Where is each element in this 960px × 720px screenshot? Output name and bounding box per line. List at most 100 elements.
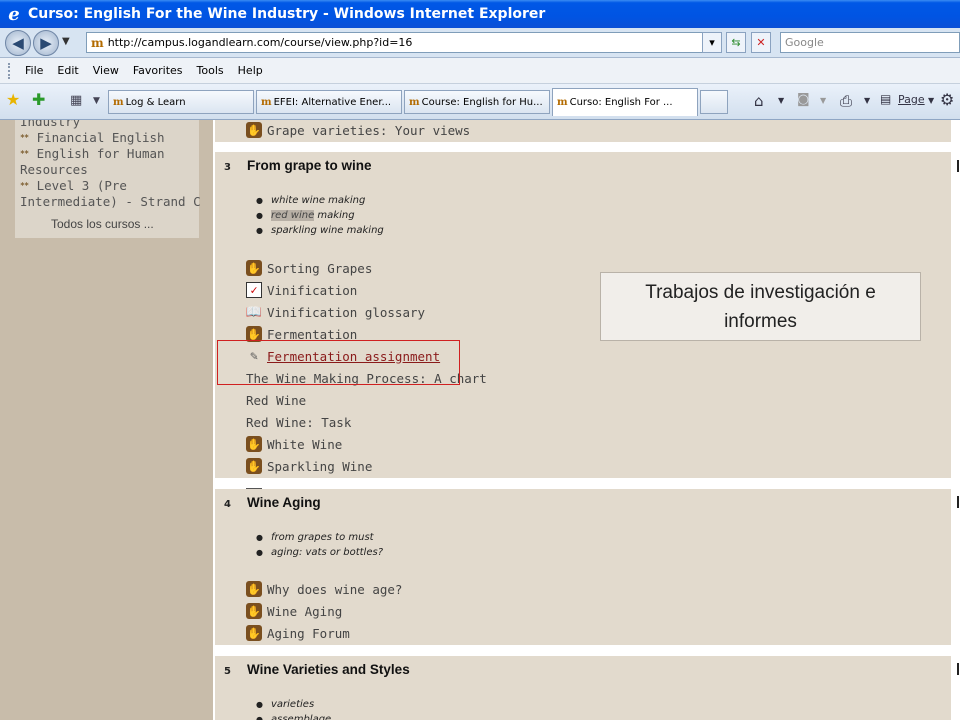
new-tab-button[interactable]	[700, 90, 728, 114]
right-column-edge	[951, 120, 960, 720]
course-link-industry[interactable]: Industry	[20, 120, 80, 130]
url-text: http://campus.logandlearn.com/course/vie…	[107, 36, 413, 49]
callout-line-2: informes	[724, 311, 797, 332]
activity-aging-forum[interactable]: ✋ Aging Forum	[246, 623, 350, 643]
course-content: ✋ Grape varieties: Your views 3 From gra…	[213, 120, 960, 720]
all-courses-link[interactable]: Todos los cursos ...	[51, 216, 154, 232]
section-title: Wine Aging	[247, 495, 321, 510]
search-input[interactable]: Google	[780, 32, 960, 53]
home-dropdown-icon[interactable]: ▼	[778, 96, 784, 105]
menu-tools[interactable]: Tools	[197, 64, 224, 77]
course-link-english-hr[interactable]: ᕯ English for Human	[20, 146, 165, 163]
menu-file[interactable]: File	[25, 64, 43, 77]
tab-log-and-learn[interactable]: m Log & Learn	[108, 90, 254, 114]
print-icon[interactable]: ⎙	[840, 92, 852, 110]
course-icon: ᕯ	[20, 180, 30, 193]
page-dropdown-icon[interactable]: ▼	[928, 96, 934, 105]
tab-bar: ★ ✚ ▦ ▼ m Log & Learn m EFEI: Alternativ…	[0, 84, 960, 120]
right-block-edge	[957, 496, 959, 508]
url-dropdown-icon[interactable]: ▾	[702, 32, 722, 53]
url-input[interactable]: m http://campus.logandlearn.com/course/v…	[86, 32, 719, 53]
add-favorite-icon[interactable]: ✚	[32, 90, 45, 109]
glossary-icon: 📖	[245, 304, 263, 320]
course-section-2: ✋ Grape varieties: Your views	[215, 120, 952, 142]
summary-item: aging: vats or bottles?	[256, 545, 383, 560]
course-link-level3-line2[interactable]: Intermediate) - Strand C	[20, 194, 201, 210]
web-page: Industry ᕯ Financial English ᕯ English f…	[0, 120, 960, 720]
toolbar-grip-icon[interactable]	[8, 62, 11, 79]
activity-sorting-grapes[interactable]: ✋ Sorting Grapes	[246, 258, 372, 278]
activity-sparkling-wine[interactable]: ✋ Sparkling Wine	[246, 456, 372, 476]
stop-icon[interactable]: ✕	[751, 32, 771, 53]
course-section-4: 4 Wine Aging from grapes to must aging: …	[215, 489, 952, 645]
menu-edit[interactable]: Edit	[57, 64, 78, 77]
tab-curso-english-active[interactable]: m Curso: English For ...	[552, 88, 698, 116]
forum-icon: ✋	[246, 458, 262, 474]
search-highlight: red wine	[271, 210, 315, 221]
forward-button[interactable]: ▶	[33, 30, 59, 56]
activity-grape-varieties[interactable]: ✋ Grape varieties: Your views	[246, 120, 470, 140]
course-section-5: 5 Wine Varieties and Styles varieties as…	[215, 656, 952, 720]
forum-icon: ✋	[246, 603, 262, 619]
course-link-financial-english[interactable]: ᕯ Financial English	[20, 130, 165, 147]
favorites-star-icon[interactable]: ★	[6, 90, 20, 109]
print-dropdown-icon[interactable]: ▼	[864, 96, 870, 105]
page-menu-button[interactable]: Page	[898, 93, 925, 106]
menu-help[interactable]: Help	[238, 64, 263, 77]
activity-red-wine[interactable]: ≡ Red Wine	[246, 390, 306, 526]
section-summary: from grapes to must aging: vats or bottl…	[256, 530, 383, 560]
history-dropdown-icon[interactable]: ▼	[62, 36, 70, 47]
activity-vinification-glossary[interactable]: 📖 Vinification glossary	[246, 302, 425, 322]
course-icon: ᕯ	[20, 148, 30, 161]
course-link-english-hr-line2[interactable]: Resources	[20, 162, 88, 178]
summary-item: varieties	[256, 697, 331, 712]
forum-icon: ✋	[246, 260, 262, 276]
activity-label: Grape varieties: Your views	[267, 122, 471, 138]
summary-item: red wine making	[256, 208, 384, 223]
internet-explorer-icon: e	[8, 3, 20, 25]
forum-icon: ✋	[246, 436, 262, 452]
site-favicon-icon: m	[409, 96, 420, 108]
home-icon[interactable]: ⌂	[754, 92, 764, 110]
tab-efei[interactable]: m EFEI: Alternative Ener...	[256, 90, 402, 114]
activity-wine-aging[interactable]: ✋ Wine Aging	[246, 601, 342, 621]
forum-icon: ✋	[246, 122, 262, 138]
tools-gear-icon[interactable]: ⚙	[940, 90, 954, 109]
quiz-icon: ✓	[246, 282, 262, 298]
activity-why-does-wine-age[interactable]: ✋ Why does wine age?	[246, 579, 402, 599]
section-title: From grape to wine	[247, 158, 372, 173]
refresh-icon[interactable]: ⇆	[726, 32, 746, 53]
section-summary: white wine making red wine making sparkl…	[256, 193, 384, 238]
summary-item: white wine making	[256, 193, 384, 208]
forum-icon: ✋	[246, 625, 262, 641]
activity-vinification[interactable]: ✓ Vinification	[246, 280, 357, 300]
site-favicon-icon: m	[91, 35, 104, 50]
menu-favorites[interactable]: Favorites	[133, 64, 183, 77]
menu-bar: File Edit View Favorites Tools Help	[0, 58, 960, 84]
summary-item: assemblage	[256, 712, 331, 720]
window-title: Curso: English For the Wine Industry - W…	[28, 6, 546, 22]
activity-red-wine-task[interactable]: ≡ Red Wine: Task	[246, 412, 351, 548]
feeds-dropdown-icon[interactable]: ▼	[820, 96, 826, 105]
section-title: Wine Varieties and Styles	[247, 662, 410, 677]
menu-view[interactable]: View	[93, 64, 119, 77]
feeds-icon[interactable]: ◙	[797, 92, 810, 107]
back-button[interactable]: ◀	[5, 30, 31, 56]
page-menu-icon[interactable]: ▤	[880, 92, 891, 106]
my-courses-block: Industry ᕯ Financial English ᕯ English f…	[15, 120, 201, 238]
right-block-edge	[957, 160, 959, 172]
right-block-edge	[957, 663, 959, 675]
quick-tabs-icon[interactable]: ▦	[70, 93, 82, 108]
tab-course-english-hu[interactable]: m Course: English for Hu...	[404, 90, 550, 114]
site-favicon-icon: m	[557, 97, 568, 108]
forum-icon: ✋	[246, 581, 262, 597]
tab-label: Course: English for Hu...	[421, 96, 543, 108]
activity-white-wine[interactable]: ✋ White Wine	[246, 434, 342, 454]
tab-label: EFEI: Alternative Ener...	[273, 96, 392, 108]
window-title-bar: e Curso: English For the Wine Industry -…	[0, 0, 960, 28]
tab-label: Curso: English For ...	[569, 97, 673, 108]
course-link-level3[interactable]: ᕯ Level 3 (Pre	[20, 178, 127, 195]
left-column: Industry ᕯ Financial English ᕯ English f…	[0, 120, 213, 720]
site-favicon-icon: m	[261, 96, 272, 108]
tab-list-dropdown-icon[interactable]: ▼	[93, 96, 100, 106]
